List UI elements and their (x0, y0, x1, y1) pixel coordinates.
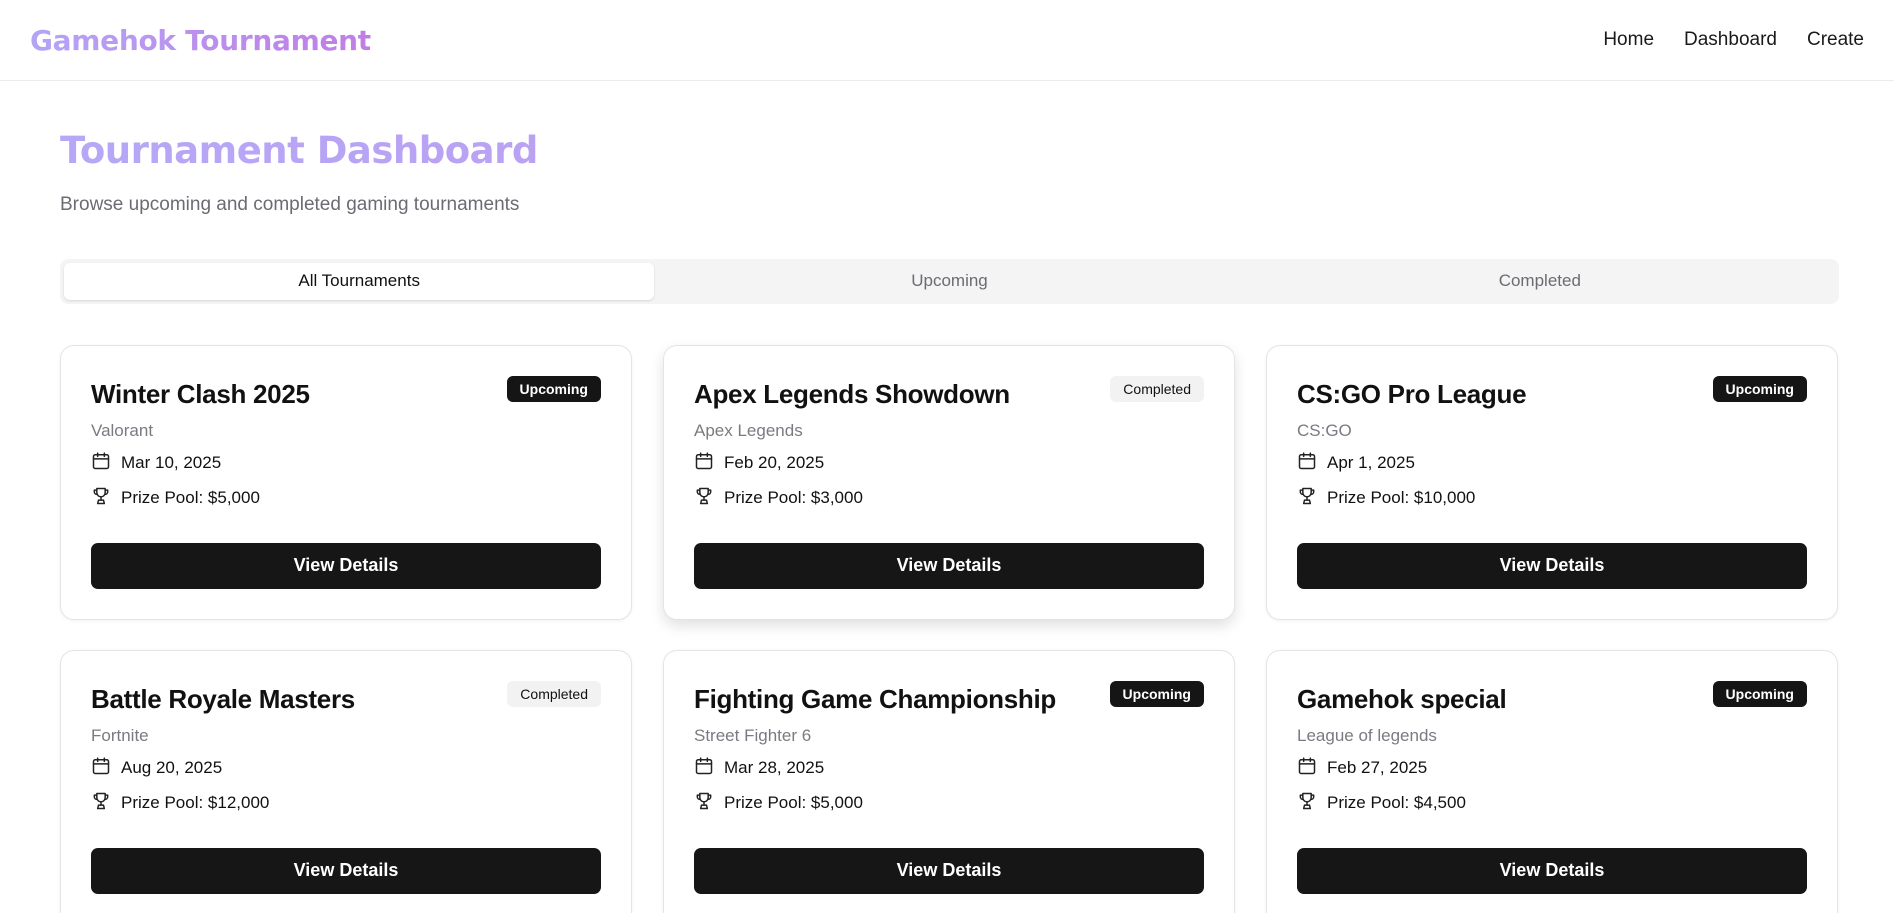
tournament-date-row: Feb 20, 2025 (694, 451, 1204, 476)
tournament-prize-row: Prize Pool: $10,000 (1297, 486, 1807, 511)
card-header: Winter Clash 2025 Upcoming (91, 375, 601, 410)
tournament-game: Fortnite (91, 725, 149, 745)
tournament-title: Battle Royale Masters (91, 683, 355, 714)
trophy-icon (694, 791, 714, 816)
tournament-title: Winter Clash 2025 (91, 378, 310, 409)
tournament-card: Fighting Game Championship Upcoming Stre… (663, 649, 1235, 913)
nav-link-home[interactable]: Home (1603, 29, 1654, 51)
page-title: Tournament Dashboard (60, 130, 1834, 172)
tournament-prize: Prize Pool: $10,000 (1327, 488, 1476, 508)
tournament-title: Apex Legends Showdown (694, 378, 1010, 409)
card-header: CS:GO Pro League Upcoming (1297, 375, 1807, 410)
tournament-date-row: Apr 1, 2025 (1297, 451, 1807, 476)
trophy-icon (91, 791, 111, 816)
tournament-date-row: Aug 20, 2025 (91, 756, 601, 781)
tournament-card: Winter Clash 2025 Upcoming Valorant Mar … (60, 344, 632, 620)
brand-logo[interactable]: Gamehok Tournament (30, 24, 371, 57)
tournament-title: Fighting Game Championship (694, 683, 1056, 714)
tournament-prize-row: Prize Pool: $4,500 (1297, 791, 1807, 816)
nav-links: Home Dashboard Create (1603, 29, 1864, 51)
tournament-date: Mar 28, 2025 (724, 758, 825, 778)
main-content: Tournament Dashboard Browse upcoming and… (0, 130, 1894, 913)
tournament-prize: Prize Pool: $5,000 (724, 793, 863, 813)
tournament-prize-row: Prize Pool: $5,000 (91, 486, 601, 511)
tournament-prize-row: Prize Pool: $5,000 (694, 791, 1204, 816)
tab-completed[interactable]: Completed (1245, 263, 1835, 300)
tournament-card: CS:GO Pro League Upcoming CS:GO Apr 1, 2… (1266, 344, 1838, 620)
tournament-date: Feb 20, 2025 (724, 453, 825, 473)
tournament-filter-tabs: All Tournaments Upcoming Completed (60, 258, 1839, 304)
tournament-game: Apex Legends (694, 420, 803, 440)
view-details-button[interactable]: View Details (1297, 542, 1807, 589)
navbar: Gamehok Tournament Home Dashboard Create (0, 0, 1894, 81)
calendar-icon (1297, 756, 1317, 781)
tournament-grid: Winter Clash 2025 Upcoming Valorant Mar … (60, 344, 1838, 913)
page-subtitle: Browse upcoming and completed gaming tou… (60, 193, 520, 215)
trophy-icon (1297, 791, 1317, 816)
tournament-card: Apex Legends Showdown Completed Apex Leg… (663, 344, 1235, 620)
trophy-icon (91, 486, 111, 511)
view-details-button[interactable]: View Details (694, 847, 1204, 894)
status-badge: Completed (1110, 375, 1204, 402)
view-details-button[interactable]: View Details (694, 542, 1204, 589)
tournament-prize: Prize Pool: $4,500 (1327, 793, 1466, 813)
calendar-icon (91, 451, 111, 476)
tournament-date: Apr 1, 2025 (1327, 453, 1415, 473)
calendar-icon (91, 756, 111, 781)
tournament-game: CS:GO (1297, 420, 1352, 440)
tournament-game: Valorant (91, 420, 154, 440)
status-badge: Upcoming (506, 375, 601, 402)
tournament-game: League of legends (1297, 725, 1437, 745)
view-details-button[interactable]: View Details (91, 847, 601, 894)
tournament-prize-row: Prize Pool: $12,000 (91, 791, 601, 816)
calendar-icon (694, 756, 714, 781)
trophy-icon (1297, 486, 1317, 511)
tournament-prize: Prize Pool: $12,000 (121, 793, 270, 813)
tournament-prize-row: Prize Pool: $3,000 (694, 486, 1204, 511)
view-details-button[interactable]: View Details (91, 542, 601, 589)
tournament-game: Street Fighter 6 (694, 725, 812, 745)
status-badge: Upcoming (1712, 680, 1807, 707)
tab-all-tournaments[interactable]: All Tournaments (64, 262, 655, 300)
nav-link-dashboard[interactable]: Dashboard (1684, 29, 1777, 51)
tournament-date: Mar 10, 2025 (121, 453, 222, 473)
card-header: Fighting Game Championship Upcoming (694, 680, 1204, 715)
calendar-icon (1297, 451, 1317, 476)
tournament-prize: Prize Pool: $3,000 (724, 488, 863, 508)
view-details-button[interactable]: View Details (1297, 847, 1807, 894)
tournament-card: Gamehok special Upcoming League of legen… (1266, 649, 1838, 913)
card-header: Gamehok special Upcoming (1297, 680, 1807, 715)
nav-link-create[interactable]: Create (1807, 29, 1864, 51)
trophy-icon (694, 486, 714, 511)
tab-upcoming[interactable]: Upcoming (654, 263, 1244, 300)
status-badge: Upcoming (1712, 375, 1807, 402)
tournament-date-row: Mar 10, 2025 (91, 451, 601, 476)
tournament-date-row: Feb 27, 2025 (1297, 756, 1807, 781)
tournament-title: CS:GO Pro League (1297, 378, 1527, 409)
tournament-date: Feb 27, 2025 (1327, 758, 1428, 778)
tournament-date-row: Mar 28, 2025 (694, 756, 1204, 781)
tournament-title: Gamehok special (1297, 683, 1507, 714)
status-badge: Upcoming (1109, 680, 1204, 707)
status-badge: Completed (507, 680, 601, 707)
calendar-icon (694, 451, 714, 476)
card-header: Battle Royale Masters Completed (91, 680, 601, 715)
tournament-card: Battle Royale Masters Completed Fortnite… (60, 649, 632, 913)
card-header: Apex Legends Showdown Completed (694, 375, 1204, 410)
tournament-date: Aug 20, 2025 (121, 758, 223, 778)
tournament-prize: Prize Pool: $5,000 (121, 488, 260, 508)
